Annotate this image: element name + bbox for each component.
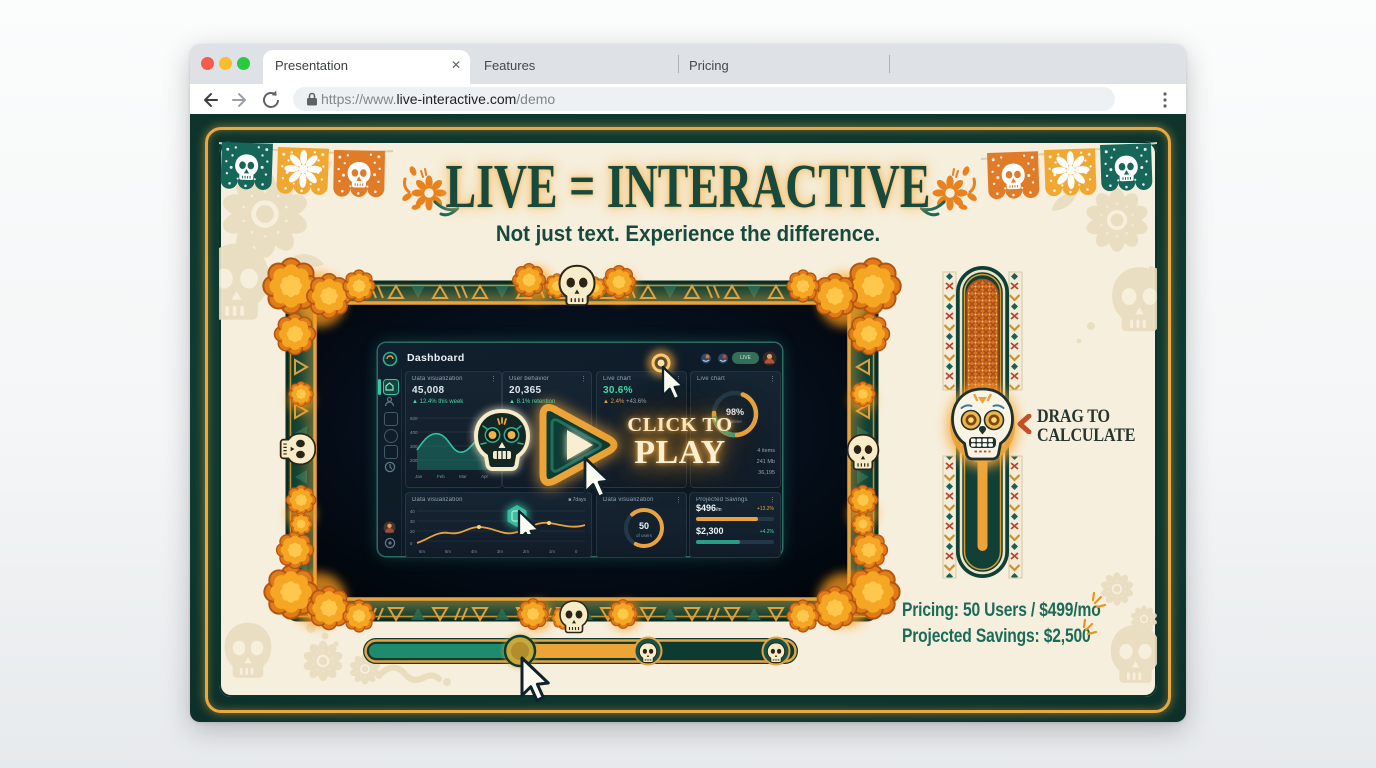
svg-text:30: 30 [410,519,415,524]
svg-text:4m: 4m [471,549,477,554]
svg-text:200: 200 [410,458,418,463]
svg-text:0: 0 [575,549,578,554]
svg-text:1m: 1m [549,549,555,554]
svg-text:400: 400 [410,430,418,435]
svg-text:40: 40 [410,509,415,514]
svg-text:500: 500 [410,416,418,421]
svg-text:5m: 5m [445,549,451,554]
svg-text:0: 0 [410,541,413,546]
svg-text:2m: 2m [523,549,529,554]
svg-text:20: 20 [410,529,415,534]
svg-text:Jan: Jan [415,474,423,479]
svg-text:3m: 3m [497,549,503,554]
svg-text:6m: 6m [419,549,425,554]
svg-text:300: 300 [410,444,418,449]
